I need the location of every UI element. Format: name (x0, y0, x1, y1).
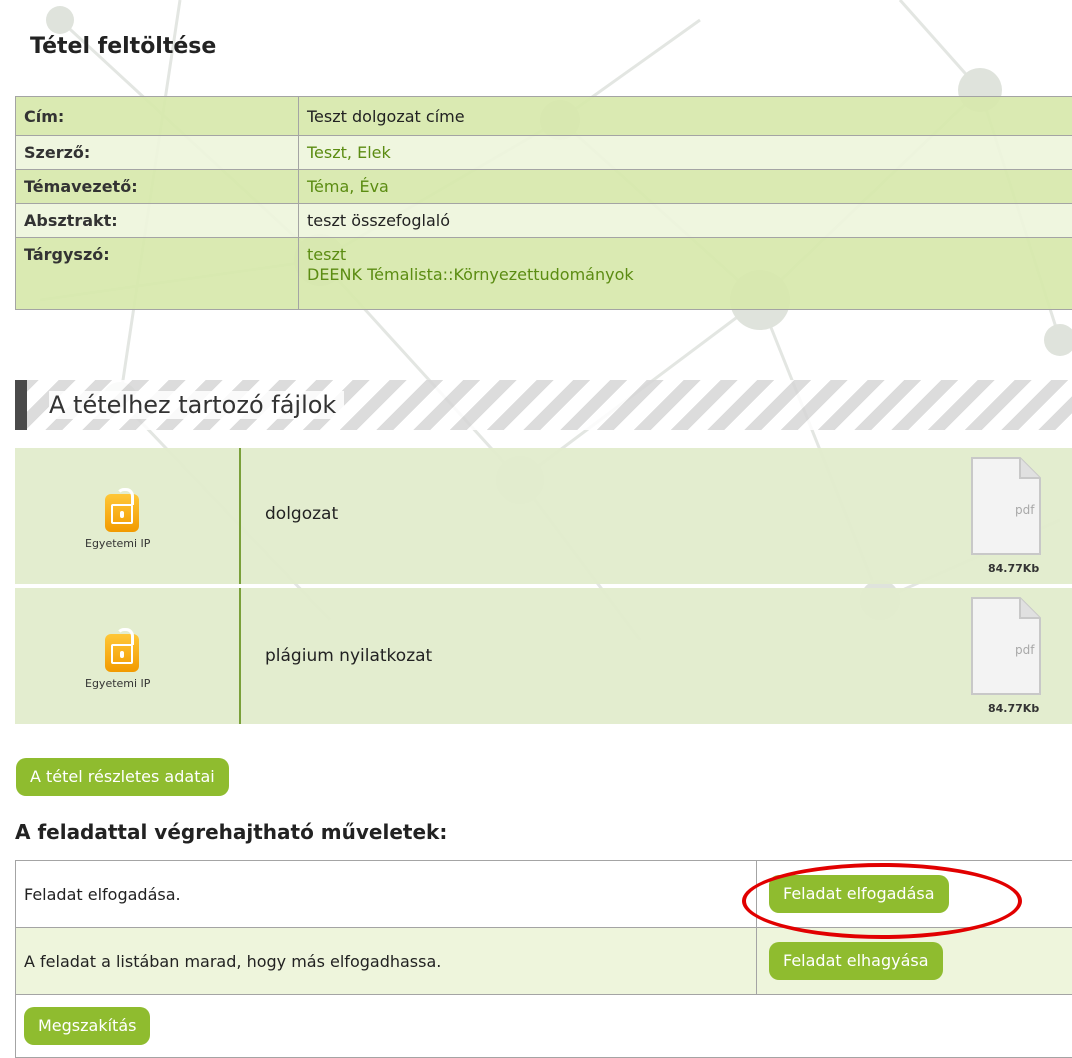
metadata-row-supervisor: Témavezető: Téma, Éva (16, 170, 1072, 204)
file-type-label: pdf (1015, 503, 1034, 517)
section-marker (15, 380, 27, 430)
file-divider (239, 448, 241, 584)
file-row: Egyetemi IP plágium nyilatkozat pdf 84.7… (15, 588, 1072, 724)
metadata-label: Cím: (16, 97, 299, 136)
file-size: 84.77Kb (988, 702, 1039, 715)
page-title: Tétel feltöltése (30, 34, 216, 59)
operations-title: A feladattal végrehajtható műveletek: (15, 820, 447, 844)
cancel-button[interactable]: Megszakítás (24, 1007, 150, 1045)
metadata-row-abstract: Absztrakt: teszt összefoglaló (16, 204, 1072, 238)
supervisor-link[interactable]: Téma, Éva (299, 170, 1072, 204)
metadata-value-abstract: teszt összefoglaló (299, 204, 1072, 238)
highlight-circle-annotation (742, 863, 1022, 939)
metadata-label: Szerző: (16, 136, 299, 170)
operation-row: Megszakítás (16, 995, 1072, 1058)
files-section-title: A tételhez tartozó fájlok (49, 391, 344, 419)
operation-description: Feladat elfogadása. (16, 861, 757, 928)
metadata-value-subject: teszt DEENK Témalista::Környezettudomány… (299, 238, 1072, 310)
files-section-header: A tételhez tartozó fájlok (15, 380, 1072, 430)
subject-link[interactable]: DEENK Témalista::Környezettudományok (307, 265, 1066, 285)
file-access-label: Egyetemi IP (85, 537, 150, 550)
skip-task-button[interactable]: Feladat elhagyása (769, 942, 943, 980)
metadata-value-title: Teszt dolgozat címe (299, 97, 1072, 136)
metadata-label: Tárgyszó: (16, 238, 299, 310)
file-type-label: pdf (1015, 643, 1034, 657)
cancel-cell: Megszakítás (16, 995, 1072, 1058)
author-link[interactable]: Teszt, Elek (299, 136, 1072, 170)
item-details-button[interactable]: A tétel részletes adatai (16, 758, 229, 796)
metadata-row-subject: Tárgyszó: teszt DEENK Témalista::Környez… (16, 238, 1072, 310)
file-row: Egyetemi IP dolgozat pdf 84.77Kb (15, 448, 1072, 584)
file-size: 84.77Kb (988, 562, 1039, 575)
item-metadata-table: Cím: Teszt dolgozat címe Szerző: Teszt, … (15, 96, 1072, 310)
metadata-label: Absztrakt: (16, 204, 299, 238)
file-name: dolgozat (265, 504, 338, 524)
file-name: plágium nyilatkozat (265, 646, 432, 666)
subject-link[interactable]: teszt (307, 245, 1066, 265)
lock-icon (105, 634, 139, 672)
lock-icon (105, 494, 139, 532)
metadata-row-title: Cím: Teszt dolgozat címe (16, 97, 1072, 136)
metadata-row-author: Szerző: Teszt, Elek (16, 136, 1072, 170)
file-access-label: Egyetemi IP (85, 677, 150, 690)
operation-description: A feladat a listában marad, hogy más elf… (16, 928, 757, 995)
file-divider (239, 588, 241, 724)
metadata-label: Témavezető: (16, 170, 299, 204)
